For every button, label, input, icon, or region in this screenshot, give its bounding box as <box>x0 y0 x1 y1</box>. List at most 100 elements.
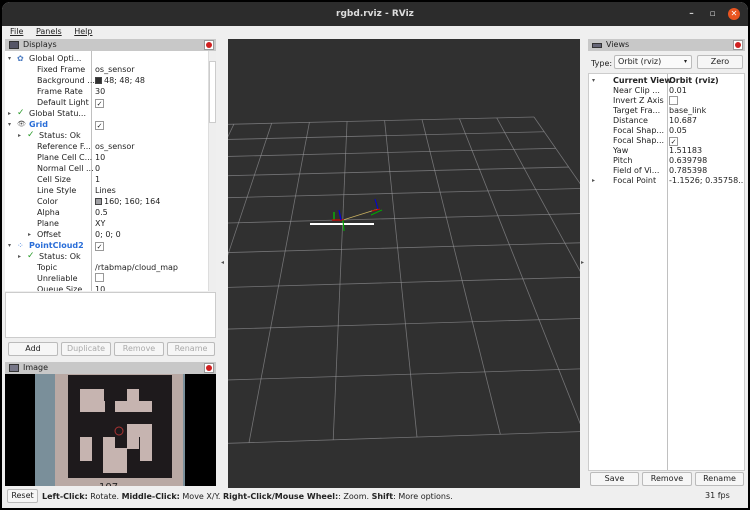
tree-row[interactable]: Line Style Lines <box>5 185 216 196</box>
property-value[interactable]: 1.51183 <box>669 146 702 156</box>
tree-row[interactable]: Cell Size 1 <box>5 174 216 185</box>
checkbox[interactable]: ✓ <box>95 242 104 251</box>
reset-button[interactable]: Reset <box>7 489 38 503</box>
menu-file[interactable]: File <box>10 27 23 36</box>
property-value[interactable]: 0.05 <box>669 126 687 136</box>
tree-row[interactable]: Plane XY <box>5 218 216 229</box>
tree-row[interactable]: Focal Shap... 0.05 <box>589 126 744 136</box>
tree-row[interactable]: ▾ ✿ Global Opti... <box>5 53 216 64</box>
collapse-arrow-icon[interactable]: ▾ <box>592 76 595 86</box>
expand-arrow-icon[interactable]: ▸ <box>28 229 31 240</box>
tree-row[interactable]: Unreliable <box>5 273 216 284</box>
tree-row[interactable]: ▸ Offset 0; 0; 0 <box>5 229 216 240</box>
add-button[interactable]: Add <box>8 342 58 356</box>
property-value[interactable]: 0; 0; 0 <box>95 229 121 240</box>
property-value[interactable]: 160; 160; 164 <box>95 196 160 207</box>
expand-arrow-icon[interactable]: ▸ <box>592 176 595 186</box>
property-value[interactable]: 48; 48; 48 <box>95 75 145 86</box>
property-value[interactable]: Orbit (rviz) <box>669 76 719 86</box>
checkbox[interactable] <box>669 96 678 105</box>
tree-row[interactable]: ▾ ⁘ PointCloud2 ✓ <box>5 240 216 251</box>
checkbox[interactable] <box>95 273 104 282</box>
property-value[interactable]: 10 <box>95 152 105 163</box>
menu-help[interactable]: Help <box>74 27 92 36</box>
property-value[interactable]: 1 <box>95 174 100 185</box>
tree-row[interactable]: ▸ ✓ Global Statu... <box>5 108 216 119</box>
minimize-icon[interactable]: – <box>686 9 697 20</box>
tree-row[interactable]: Background ... 48; 48; 48 <box>5 75 216 86</box>
tree-row[interactable]: Field of Vi... 0.785398 <box>589 166 744 176</box>
property-value[interactable]: Lines <box>95 185 116 196</box>
property-checkbox[interactable]: ✓ <box>95 240 104 251</box>
property-value[interactable]: 0 <box>95 163 100 174</box>
tree-row[interactable]: ▾ 👁 Grid ✓ <box>5 119 216 130</box>
tree-row[interactable]: Alpha 0.5 <box>5 207 216 218</box>
tree-row[interactable]: Fixed Frame os_sensor <box>5 64 216 75</box>
tree-row[interactable]: ▸ Focal Point -1.1526; 0.35758... <box>589 176 744 186</box>
close-icon[interactable]: ✕ <box>728 8 740 20</box>
tree-row[interactable]: Invert Z Axis <box>589 96 744 106</box>
tree-row[interactable]: Queue Size 10 <box>5 284 216 291</box>
displays-tree[interactable]: ▾ ✿ Global Opti... Fixed Frame os_sensor Back… <box>5 51 216 291</box>
3d-viewport[interactable] <box>228 39 580 488</box>
property-value[interactable]: os_sensor <box>95 141 135 152</box>
property-value[interactable]: 0.5 <box>95 207 108 218</box>
property-checkbox[interactable]: ✓ <box>95 119 104 130</box>
maximize-icon[interactable]: ▫ <box>707 9 718 20</box>
collapse-arrow-icon[interactable]: ▾ <box>8 240 11 251</box>
tree-row[interactable]: ▸ ✓ Status: Ok <box>5 251 216 262</box>
tree-row[interactable]: Focal Shap... ✓ <box>589 136 744 146</box>
tree-row[interactable]: Normal Cell ... 0 <box>5 163 216 174</box>
save-view-button[interactable]: Save <box>590 472 639 486</box>
tree-row[interactable]: Yaw 1.51183 <box>589 146 744 156</box>
remove-button[interactable]: Remove <box>114 342 164 356</box>
property-value[interactable]: /rtabmap/cloud_map <box>95 262 178 273</box>
property-value[interactable]: 0.639798 <box>669 156 707 166</box>
property-value[interactable]: 30 <box>95 86 105 97</box>
views-tree[interactable]: ▾ Current View Orbit (rviz) Near Clip ... 0.… <box>588 73 745 471</box>
rename-view-button[interactable]: Rename <box>695 472 744 486</box>
checkbox[interactable]: ✓ <box>95 99 104 108</box>
close-panel-icon[interactable] <box>733 40 743 50</box>
left-splitter[interactable]: ◂ <box>218 39 228 488</box>
tree-row[interactable]: Reference F... os_sensor <box>5 141 216 152</box>
expand-arrow-icon[interactable]: ▸ <box>18 130 21 141</box>
property-value[interactable]: 10 <box>95 284 105 291</box>
view-type-select[interactable]: Orbit (rviz) ▾ <box>614 55 692 69</box>
tree-row[interactable]: Frame Rate 30 <box>5 86 216 97</box>
property-value[interactable]: 0.785398 <box>669 166 707 176</box>
rename-button[interactable]: Rename <box>167 342 215 356</box>
checkbox[interactable]: ✓ <box>95 121 104 130</box>
property-checkbox[interactable]: ✓ <box>95 97 104 108</box>
tree-row[interactable]: ▸ ✓ Status: Ok <box>5 130 216 141</box>
duplicate-button[interactable]: Duplicate <box>61 342 111 356</box>
tree-row[interactable]: Target Fra... base_link <box>589 106 744 116</box>
tree-row[interactable]: Pitch 0.639798 <box>589 156 744 166</box>
right-splitter[interactable]: ▸ <box>580 39 588 488</box>
tree-row[interactable]: Default Light ✓ <box>5 97 216 108</box>
property-checkbox[interactable] <box>95 273 104 284</box>
collapse-arrow-icon[interactable]: ▾ <box>8 53 11 64</box>
property-value[interactable]: 0.01 <box>669 86 687 96</box>
zero-button[interactable]: Zero <box>697 55 743 69</box>
checkbox[interactable]: ✓ <box>669 137 678 146</box>
tree-row[interactable]: Distance 10.687 <box>589 116 744 126</box>
tree-row[interactable]: Color 160; 160; 164 <box>5 196 216 207</box>
close-panel-icon[interactable] <box>204 363 214 373</box>
tree-row[interactable]: Near Clip ... 0.01 <box>589 86 744 96</box>
property-value[interactable]: base_link <box>669 106 706 116</box>
tree-row[interactable]: Topic/rtabmap/cloud_map <box>5 262 216 273</box>
property-value[interactable]: 10.687 <box>669 116 697 126</box>
property-value[interactable]: XY <box>95 218 105 229</box>
tree-row[interactable]: ▾ Current View Orbit (rviz) <box>589 76 744 86</box>
collapse-arrow-icon[interactable]: ▾ <box>8 119 11 130</box>
expand-arrow-icon[interactable]: ▸ <box>18 251 21 262</box>
property-checkbox[interactable]: ✓ <box>669 136 678 146</box>
tree-row[interactable]: Plane Cell C... 10 <box>5 152 216 163</box>
expand-arrow-icon[interactable]: ▸ <box>8 108 11 119</box>
property-value[interactable]: -1.1526; 0.35758... <box>669 176 744 186</box>
menu-panels[interactable]: Panels <box>36 27 62 36</box>
property-value[interactable]: os_sensor <box>95 64 135 75</box>
remove-view-button[interactable]: Remove <box>642 472 692 486</box>
close-panel-icon[interactable] <box>204 40 214 50</box>
